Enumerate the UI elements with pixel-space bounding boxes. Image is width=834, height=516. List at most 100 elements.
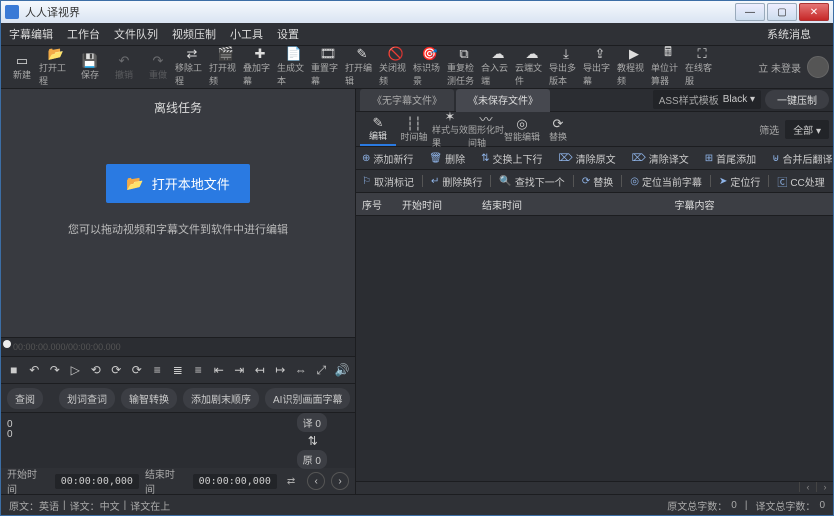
one-click-encode-button[interactable]: 一键压制 <box>765 90 829 109</box>
sec-edit[interactable]: ✎编辑 <box>360 112 396 146</box>
pad-right-icon[interactable]: ⇥ <box>233 363 247 377</box>
toolbar-btn-16[interactable]: ⤓导出多版本 <box>549 47 583 87</box>
toolbar-btn-7[interactable]: ✚叠加字幕 <box>243 47 277 87</box>
filter-select[interactable]: 全部 ▾ <box>785 120 829 139</box>
toolbar-btn-1[interactable]: 📂打开工程 <box>39 47 73 87</box>
start-time-input[interactable]: 00:00:00,000 <box>55 474 139 489</box>
scroll-right-button[interactable]: › <box>816 482 833 492</box>
shift-left-icon[interactable]: ↤ <box>253 363 267 377</box>
act-swap[interactable]: ⇅交换上下行 <box>481 151 542 166</box>
pill-lookup[interactable]: 划词查词 <box>59 388 115 409</box>
toolbar-btn-8[interactable]: 📄生成文本 <box>277 47 311 87</box>
waveform-area[interactable]: 0 0 译 0 ⇅ 原 0 <box>1 413 355 468</box>
skip-fwd-icon[interactable]: ⟳ <box>110 363 124 377</box>
toolbar-btn-11[interactable]: 🚫关闭视频 <box>379 47 413 87</box>
playhead-icon[interactable] <box>3 340 11 348</box>
maximize-button[interactable]: ▢ <box>767 3 797 21</box>
toolbar-btn-14[interactable]: ☁合入云端 <box>481 47 515 87</box>
next-line-button[interactable]: › <box>331 472 349 490</box>
col-index[interactable]: 序号 <box>362 197 402 212</box>
act-add-row[interactable]: ⊕添加新行 <box>362 151 413 166</box>
menu-tools[interactable]: 小工具 <box>230 26 263 42</box>
toolbar-btn-17[interactable]: ⇪导出字幕 <box>583 47 617 87</box>
menu-video-encode[interactable]: 视频压制 <box>172 26 216 42</box>
status-source-lang[interactable]: 原文：英语 <box>9 498 59 513</box>
rewind-icon[interactable]: ↶ <box>28 363 42 377</box>
sec-smart-edit[interactable]: ◎智能编辑 <box>504 113 540 145</box>
sec-timeline[interactable]: ┆┆时间轴 <box>396 113 432 145</box>
act-merge-translate[interactable]: ⊎合并后翻译 <box>772 151 832 166</box>
close-button[interactable]: ✕ <box>799 3 829 21</box>
subtitle-table-body[interactable] <box>356 216 833 481</box>
login-area[interactable]: 立 未登录 <box>758 56 829 78</box>
act-unmark[interactable]: ⚐取消标记 <box>362 174 414 189</box>
avatar[interactable] <box>807 56 829 78</box>
act-locate-current[interactable]: ◎定位当前字幕 <box>630 174 702 189</box>
menu-workbench[interactable]: 工作台 <box>67 26 100 42</box>
col-content[interactable]: 字幕内容 <box>562 197 827 212</box>
pill-smart-convert[interactable]: 输智转换 <box>121 388 177 409</box>
toolbar-btn-10[interactable]: ✎打开编辑 <box>345 47 379 87</box>
collapse-icon[interactable]: ⇔ <box>294 363 308 377</box>
act-delete[interactable]: 🗑删除 <box>429 151 465 166</box>
toolbar-btn-15[interactable]: ☁云端文件 <box>515 47 549 87</box>
toolbar-btn-0[interactable]: ▭新建 <box>5 47 39 87</box>
toolbar-btn-13[interactable]: ⧉重复检测任务 <box>447 47 481 87</box>
ass-style-combo[interactable]: ASS样式模板 Black ▾ <box>653 90 761 109</box>
menu-subtitle-edit[interactable]: 字幕编辑 <box>9 26 53 42</box>
timeline-strip[interactable]: 00:00:00.000/00:00:00.000 <box>1 338 355 357</box>
toolbar-btn-18[interactable]: ▶教程视频 <box>617 47 651 87</box>
act-pad-ends[interactable]: ⊞首尾添加 <box>705 151 756 166</box>
act-replace[interactable]: ⟳替换 <box>582 174 613 189</box>
pad-left-icon[interactable]: ⇤ <box>212 363 226 377</box>
act-clear-target[interactable]: ⌦清除译文 <box>632 151 689 166</box>
play-icon[interactable]: ▷ <box>69 363 83 377</box>
align-right-icon[interactable]: ≡ <box>192 363 206 377</box>
toolbar-btn-9[interactable]: 🎞重置字幕 <box>311 47 345 87</box>
toolbar-btn-2[interactable]: 💾保存 <box>73 47 107 87</box>
loop-icon[interactable]: ⟳ <box>130 363 144 377</box>
pill-ai-ocr[interactable]: AI识别画面字幕 <box>265 388 350 409</box>
col-end[interactable]: 结束时间 <box>482 197 562 212</box>
menu-settings[interactable]: 设置 <box>277 26 299 42</box>
status-target-pos[interactable]: 译文在上 <box>130 498 170 513</box>
shift-right-icon[interactable]: ↦ <box>274 363 288 377</box>
expand-icon[interactable]: ⤢ <box>315 363 329 377</box>
align-left-icon[interactable]: ≡ <box>151 363 165 377</box>
loop-toggle-icon[interactable]: ⇄ <box>287 476 295 487</box>
menu-system-messages[interactable]: 系统消息 <box>767 26 811 42</box>
prev-line-button[interactable]: ‹ <box>307 472 325 490</box>
tab-no-subtitle[interactable]: 《无字幕文件》 <box>360 89 454 111</box>
minimize-button[interactable]: — <box>735 3 765 21</box>
toolbar-btn-20[interactable]: ⛶在线客服 <box>685 47 719 87</box>
right-scrollbar[interactable]: ‹ › <box>356 481 833 494</box>
tab-unsaved[interactable]: 《未保存文件》 <box>456 89 550 112</box>
status-target-lang[interactable]: 译文：中文 <box>70 498 120 513</box>
toolbar-btn-12[interactable]: 🎯标识场景 <box>413 47 447 87</box>
act-find-next[interactable]: 🔍查找下一个 <box>499 174 564 189</box>
pill-add-order[interactable]: 添加剧末顺序 <box>183 388 259 409</box>
forward-icon[interactable]: ↷ <box>48 363 62 377</box>
toolbar-btn-5[interactable]: ⇄移除工程 <box>175 47 209 87</box>
col-start[interactable]: 开始时间 <box>402 197 482 212</box>
toolbar-btn-6[interactable]: 🎬打开视频 <box>209 47 243 87</box>
menu-file-queue[interactable]: 文件队列 <box>114 26 158 42</box>
sec-graph-timeline[interactable]: 〰图形化时间轴 <box>468 113 504 145</box>
pill-review[interactable]: 查阅 <box>7 388 43 409</box>
act-cc[interactable]: 🄲CC处理 <box>777 174 824 189</box>
sec-replace[interactable]: ⟳替换 <box>540 113 576 145</box>
swap-icon[interactable]: ⇅ <box>308 432 316 450</box>
act-locate-line[interactable]: ➤定位行 <box>719 174 760 189</box>
end-time-input[interactable]: 00:00:00,000 <box>193 474 277 489</box>
volume-icon[interactable]: 🔊 <box>335 363 349 377</box>
act-del-newline[interactable]: ↵删除换行 <box>431 174 482 189</box>
skip-back-icon[interactable]: ⟲ <box>89 363 103 377</box>
stop-icon[interactable]: ■ <box>7 363 21 377</box>
scroll-left-button[interactable]: ‹ <box>799 482 816 492</box>
act-clear-source[interactable]: ⌦清除原文 <box>558 151 615 166</box>
toolbar-btn-19[interactable]: 🖩单位计算器 <box>651 47 685 87</box>
sec-style[interactable]: ✶样式与效果 <box>432 113 468 145</box>
open-local-file-button[interactable]: 📂 打开本地文件 <box>106 164 249 203</box>
track-swap[interactable]: 译 0 ⇅ 原 0 <box>297 411 327 471</box>
align-center-icon[interactable]: ≣ <box>171 363 185 377</box>
